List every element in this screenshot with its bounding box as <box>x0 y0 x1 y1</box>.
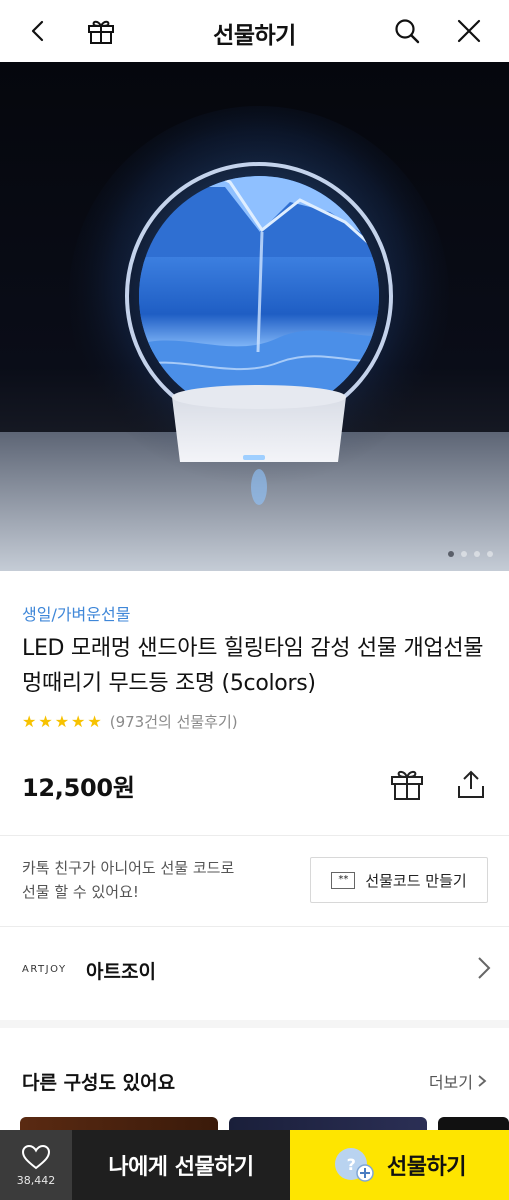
gift-home-icon[interactable] <box>82 12 120 50</box>
gift-code-description: 카톡 친구가 아니어도 선물 코드로 선물 할 수 있어요! <box>22 856 234 904</box>
back-icon[interactable] <box>20 12 58 50</box>
more-link-label: 더보기 <box>428 1073 473 1092</box>
svg-text:?: ? <box>347 1155 356 1174</box>
brand-row[interactable]: ARTJOY 아트조이 <box>0 930 509 1010</box>
send-gift-button[interactable]: ? 선물하기 <box>290 1130 509 1200</box>
friend-gift-icon: ? <box>335 1148 374 1182</box>
chevron-right-icon <box>477 956 491 984</box>
brand-name: 아트조이 <box>86 961 156 983</box>
wish-button[interactable]: 38,442 <box>0 1130 72 1200</box>
search-icon[interactable] <box>388 12 426 50</box>
product-price: 12,500원 <box>22 774 135 802</box>
carousel-indicator <box>448 551 493 557</box>
brand-logo: ARTJOY <box>22 964 67 975</box>
send-gift-label: 선물하기 <box>387 1155 466 1180</box>
carousel-dot <box>448 551 454 557</box>
share-icon[interactable] <box>451 764 491 804</box>
divider <box>0 926 509 927</box>
carousel-dot <box>474 551 480 557</box>
bottom-action-bar: 38,442 나에게 선물하기 ? 선물하기 <box>0 1130 509 1200</box>
divider <box>0 835 509 836</box>
gift-code-text-line: 카톡 친구가 아니어도 선물 코드로 <box>22 859 235 877</box>
category-link[interactable]: 생일/가벼운선물 <box>22 601 130 625</box>
gift-to-self-button[interactable]: 나에게 선물하기 <box>72 1130 290 1200</box>
wish-count: 38,442 <box>16 1173 56 1187</box>
chevron-right-icon <box>478 1075 487 1087</box>
create-gift-code-button[interactable]: ** 선물코드 만들기 <box>310 857 488 903</box>
section-gap <box>0 1020 509 1028</box>
review-count[interactable]: (973건의 선물후기) <box>110 711 238 732</box>
star-icon: ★ <box>71 711 86 731</box>
create-gift-code-label: 선물코드 만들기 <box>365 871 467 890</box>
star-icon: ★ <box>54 711 70 731</box>
page-title: 선물하기 <box>213 23 296 49</box>
sand-art-lamp-image <box>0 106 509 571</box>
carousel-dot <box>487 551 493 557</box>
product-title: LED 모래멍 샌드아트 힐링타임 감성 선물 개업선물 멍때리기 무드등 조명… <box>22 636 484 696</box>
gift-wrap-icon[interactable] <box>387 764 427 804</box>
top-header: 선물하기 <box>0 0 509 62</box>
other-options-title: 다른 구성도 있어요 <box>22 1072 176 1094</box>
close-icon[interactable] <box>450 12 488 50</box>
star-icon: ★ <box>87 711 102 731</box>
heart-icon <box>21 1144 51 1169</box>
star-icon: ★ <box>22 711 37 731</box>
more-link[interactable]: 더보기 <box>429 1069 487 1093</box>
rating-row[interactable]: ★ ★ ★ ★ ★ (973건의 선물후기) <box>22 711 238 732</box>
carousel-dot <box>461 551 467 557</box>
gift-code-text-line: 선물 할 수 있어요! <box>22 883 139 901</box>
product-image-carousel[interactable] <box>0 62 509 571</box>
star-icon: ★ <box>38 711 53 731</box>
gift-code-badge-icon: ** <box>331 871 356 889</box>
